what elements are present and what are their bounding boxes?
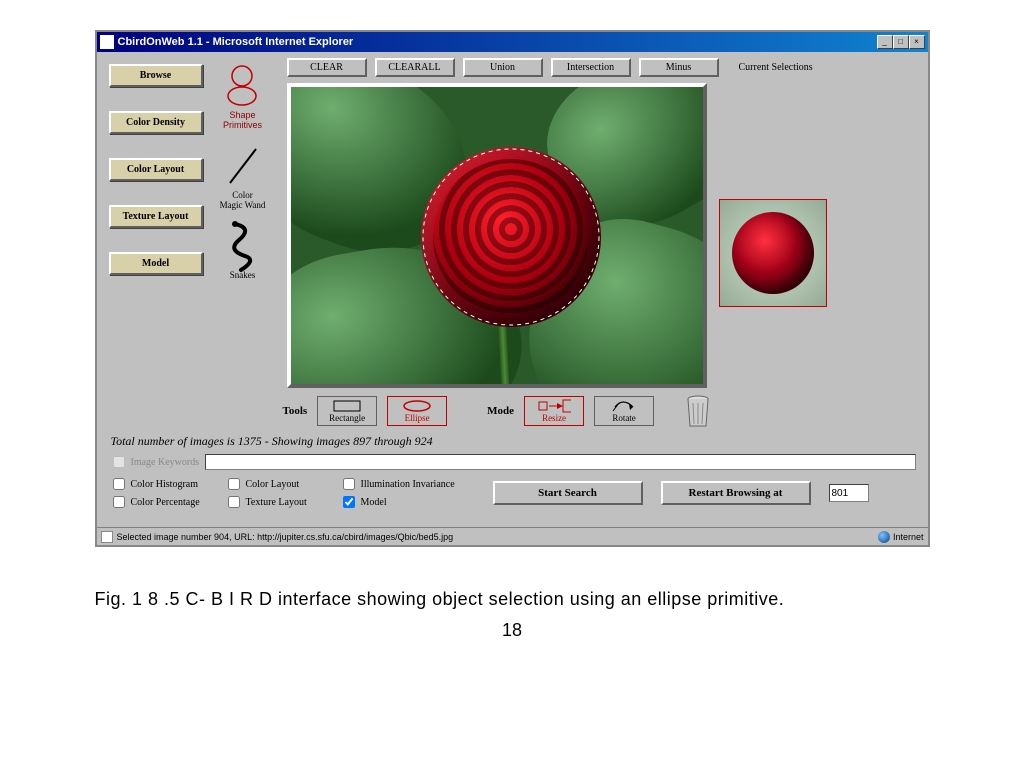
figure-caption: Fig. 1 8 .5 C- B I R D interface showing… <box>95 587 930 612</box>
color-layout-checkbox[interactable] <box>228 478 240 490</box>
bottom-tools-row: Tools Rectangle Ellipse Mode <box>283 394 922 428</box>
model-checkbox[interactable] <box>343 496 355 508</box>
keywords-input[interactable] <box>205 454 915 470</box>
ellipse-label: Ellipse <box>405 413 430 423</box>
internet-zone-icon <box>878 531 890 543</box>
status-text: Total number of images is 1375 - Showing… <box>111 434 922 449</box>
shape-primitives-icon <box>223 62 262 110</box>
rectangle-label: Rectangle <box>329 413 365 423</box>
color-layout-button[interactable]: Color Layout <box>109 158 203 181</box>
status-bar: Selected image number 904, URL: http://j… <box>97 527 928 545</box>
internet-zone-label: Internet <box>893 532 924 542</box>
selection-panel <box>719 83 829 388</box>
main-image[interactable] <box>287 83 707 388</box>
current-selections-label: Current Selections <box>739 62 813 73</box>
snakes-icon <box>223 222 263 270</box>
top-button-row: CLEAR CLEARALL Union Intersection Minus … <box>287 58 918 77</box>
client-area: Browse Color Density Color Layout Textur… <box>97 52 928 527</box>
rectangle-tool[interactable]: Rectangle <box>317 396 377 426</box>
color-layout-label: Color Layout <box>246 479 300 490</box>
model-label: Model <box>361 497 387 508</box>
ie-icon <box>100 35 114 49</box>
image-keywords-checkbox[interactable] <box>113 456 125 468</box>
intersection-button[interactable]: Intersection <box>551 58 631 77</box>
tool-column: Shape Primitives Color Magic Wand <box>203 58 283 280</box>
page-number: 18 <box>40 620 984 641</box>
union-button[interactable]: Union <box>463 58 543 77</box>
rotate-icon <box>609 399 639 413</box>
shape-primitives-tool[interactable]: Shape Primitives <box>223 62 262 130</box>
ellipse-selection-icon <box>421 147 601 327</box>
magic-wand-label: Color Magic Wand <box>220 190 266 210</box>
trash-button[interactable] <box>684 394 712 428</box>
clearall-button[interactable]: CLEARALL <box>375 58 455 77</box>
texture-layout-label: Texture Layout <box>246 497 307 508</box>
sidebar: Browse Color Density Color Layout Textur… <box>103 58 203 275</box>
title-bar: CbirdOnWeb 1.1 - Microsoft Internet Expl… <box>97 32 928 52</box>
color-histogram-checkbox[interactable] <box>113 478 125 490</box>
rotate-label: Rotate <box>612 413 636 423</box>
maximize-button[interactable]: □ <box>893 35 909 49</box>
color-density-button[interactable]: Color Density <box>109 111 203 134</box>
illumination-invariance-checkbox[interactable] <box>343 478 355 490</box>
ellipse-tool[interactable]: Ellipse <box>387 396 447 426</box>
illumination-invariance-label: Illumination Invariance <box>361 479 455 490</box>
resize-label: Resize <box>542 413 566 423</box>
shape-primitives-label: Shape Primitives <box>223 110 262 130</box>
color-histogram-label: Color Histogram <box>131 479 199 490</box>
statusbar-text: Selected image number 904, URL: http://j… <box>117 532 878 542</box>
color-magic-wand-tool[interactable]: Color Magic Wand <box>220 142 266 210</box>
rotate-mode[interactable]: Rotate <box>594 396 654 426</box>
clear-button[interactable]: CLEAR <box>287 58 367 77</box>
tools-label: Tools <box>283 405 308 417</box>
minus-button[interactable]: Minus <box>639 58 719 77</box>
magic-wand-icon <box>220 142 266 190</box>
restart-browsing-button[interactable]: Restart Browsing at <box>661 481 811 505</box>
model-button[interactable]: Model <box>109 252 203 275</box>
color-percentage-label: Color Percentage <box>131 497 200 508</box>
start-search-button[interactable]: Start Search <box>493 481 643 505</box>
browse-button[interactable]: Browse <box>109 64 203 87</box>
mode-label: Mode <box>487 405 514 417</box>
resize-icon <box>537 399 571 413</box>
trash-icon <box>684 394 712 428</box>
window-title: CbirdOnWeb 1.1 - Microsoft Internet Expl… <box>118 36 877 48</box>
close-button[interactable]: × <box>909 35 925 49</box>
browser-window: CbirdOnWeb 1.1 - Microsoft Internet Expl… <box>95 30 930 547</box>
texture-layout-checkbox[interactable] <box>228 496 240 508</box>
color-percentage-checkbox[interactable] <box>113 496 125 508</box>
texture-layout-button[interactable]: Texture Layout <box>109 205 203 228</box>
main-area: CLEAR CLEARALL Union Intersection Minus … <box>283 58 922 388</box>
selection-thumbnail[interactable] <box>719 199 829 307</box>
ie-page-icon <box>101 531 113 543</box>
restart-at-input[interactable] <box>829 484 869 502</box>
minimize-button[interactable]: _ <box>877 35 893 49</box>
snakes-tool[interactable]: Snakes <box>223 222 263 280</box>
resize-mode[interactable]: Resize <box>524 396 584 426</box>
image-keywords-label: Image Keywords <box>131 457 200 468</box>
